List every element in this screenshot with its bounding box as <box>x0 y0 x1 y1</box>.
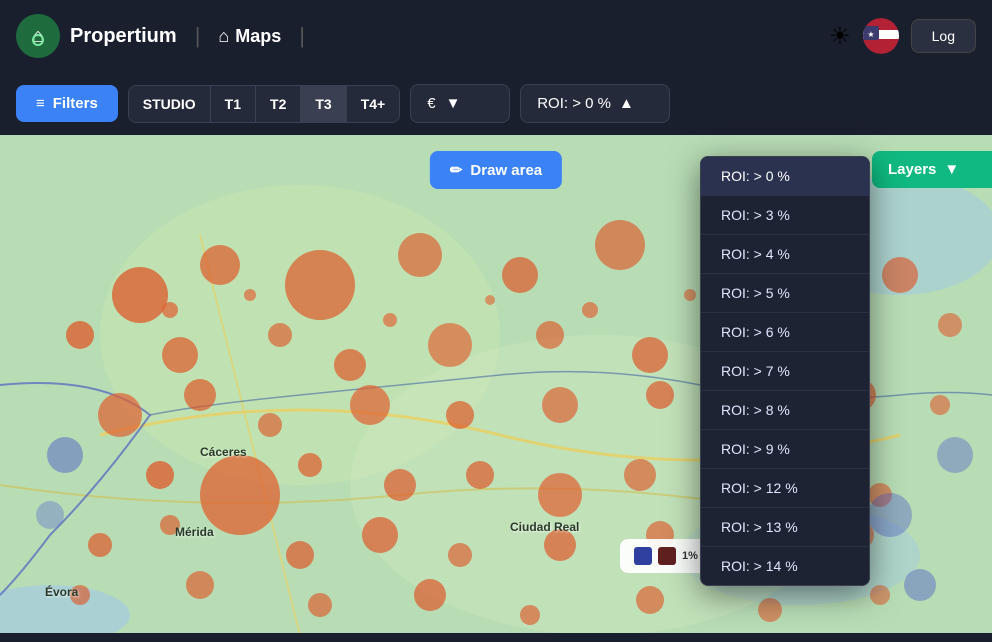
room-t3-button[interactable]: T3 <box>301 86 346 122</box>
maps-label: Maps <box>235 26 281 47</box>
layers-label: Layers <box>888 161 936 178</box>
roi-option-8[interactable]: ROI: > 12 % <box>701 469 869 508</box>
currency-arrow-icon: ▼ <box>446 95 461 112</box>
legend-swatch-blue <box>634 547 652 565</box>
roi-dropdown-button[interactable]: ROI: > 0 % ▲ <box>520 84 670 123</box>
svg-text:★: ★ <box>867 30 874 39</box>
roi-option-3[interactable]: ROI: > 5 % <box>701 274 869 313</box>
roi-option-10[interactable]: ROI: > 14 % <box>701 547 869 585</box>
roi-option-0[interactable]: ROI: > 0 % <box>701 157 869 196</box>
roi-option-4[interactable]: ROI: > 6 % <box>701 313 869 352</box>
room-t2-button[interactable]: T2 <box>256 86 301 122</box>
logo-area: ⌂ Propertium <box>16 14 177 58</box>
roi-option-5[interactable]: ROI: > 7 % <box>701 352 869 391</box>
draw-area-label: Draw area <box>470 162 542 179</box>
language-button[interactable]: ★ <box>863 18 899 54</box>
filters-button[interactable]: ≡ Filters <box>16 85 118 122</box>
roi-dropdown-menu: ROI: > 0 % ROI: > 3 % ROI: > 4 % ROI: > … <box>700 156 870 586</box>
room-t1-button[interactable]: T1 <box>211 86 256 122</box>
currency-select[interactable]: € ▼ <box>410 84 510 123</box>
roi-option-1[interactable]: ROI: > 3 % <box>701 196 869 235</box>
logo-icon: ⌂ <box>16 14 60 58</box>
roi-arrow-icon: ▲ <box>619 95 634 112</box>
legend-start: 1% <box>682 550 698 562</box>
maps-icon: ⌂ <box>218 26 229 47</box>
roi-option-9[interactable]: ROI: > 13 % <box>701 508 869 547</box>
room-t4plus-button[interactable]: T4+ <box>347 86 400 122</box>
layers-button[interactable]: Layers ▼ <box>872 151 992 188</box>
draw-icon: ✏ <box>450 161 463 179</box>
toolbar: ≡ Filters STUDIO T1 T2 T3 T4+ € ▼ ROI: >… <box>0 72 992 135</box>
header-divider2: | <box>299 23 305 49</box>
header-divider: | <box>195 23 201 49</box>
header: ⌂ Propertium | ⌂ Maps | ☀ ★ Log <box>0 0 992 72</box>
maps-nav[interactable]: ⌂ Maps <box>218 26 281 47</box>
room-studio-button[interactable]: STUDIO <box>129 86 211 122</box>
theme-toggle-button[interactable]: ☀ <box>829 22 851 51</box>
flag-icon: ★ <box>863 18 899 54</box>
draw-area-button[interactable]: ✏ Draw area <box>430 151 562 189</box>
header-right: ☀ ★ Log <box>829 18 976 54</box>
roi-option-2[interactable]: ROI: > 4 % <box>701 235 869 274</box>
roi-label: ROI: > 0 % <box>537 95 611 112</box>
filters-label: Filters <box>53 95 98 112</box>
room-filter-group: STUDIO T1 T2 T3 T4+ <box>128 85 400 123</box>
filters-icon: ≡ <box>36 95 45 112</box>
roi-option-6[interactable]: ROI: > 8 % <box>701 391 869 430</box>
layers-chevron-icon: ▼ <box>944 161 959 178</box>
login-button[interactable]: Log <box>911 19 976 53</box>
roi-option-7[interactable]: ROI: > 9 % <box>701 430 869 469</box>
brand-name: Propertium <box>70 25 177 48</box>
legend-swatch-dark <box>658 547 676 565</box>
currency-symbol: € <box>427 95 435 112</box>
